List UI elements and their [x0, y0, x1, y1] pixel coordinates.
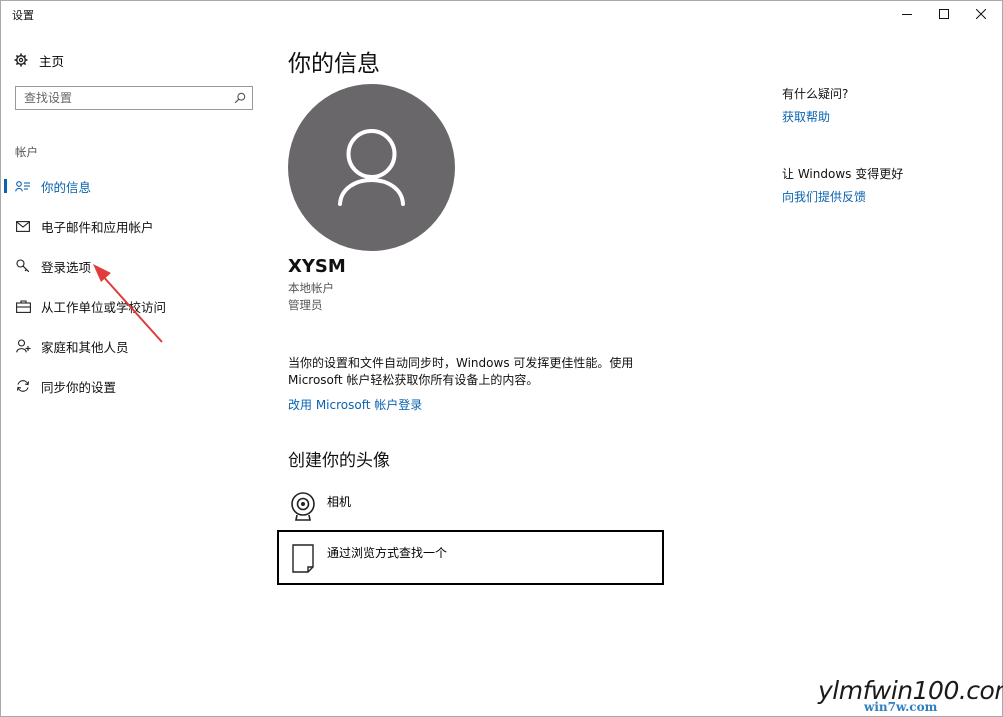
get-help-link[interactable]: 获取帮助: [782, 108, 830, 125]
user-avatar-icon: [338, 129, 405, 206]
file-icon: [292, 544, 314, 577]
browse-label: 通过浏览方式查找一个: [327, 546, 448, 560]
feedback-link[interactable]: 向我们提供反馈: [782, 188, 866, 205]
sidebar-item-sync-settings[interactable]: 同步你的设置: [4, 371, 254, 401]
page-title: 你的信息: [288, 51, 380, 77]
maximize-button[interactable]: [926, 1, 962, 27]
user-name: XYSM: [288, 256, 346, 277]
close-button[interactable]: [963, 1, 999, 27]
sidebar-item-label: 同步你的设置: [41, 379, 117, 395]
account-type: 本地帐户: [288, 281, 334, 295]
camera-option[interactable]: 相机: [288, 490, 648, 526]
help-question: 有什么疑问?: [782, 87, 849, 101]
maximize-icon: [939, 9, 949, 19]
create-avatar-title: 创建你的头像: [288, 451, 390, 471]
webcam-icon: [290, 492, 316, 526]
improve-windows-title: 让 Windows 变得更好: [782, 167, 904, 181]
search-icon[interactable]: [234, 92, 246, 104]
user-role: 管理员: [288, 298, 323, 312]
avatar: [288, 84, 455, 251]
watermark-sub: win7w.com: [864, 700, 938, 714]
minimize-button[interactable]: [889, 1, 925, 27]
browse-option[interactable]: 通过浏览方式查找一个: [277, 530, 664, 585]
camera-label: 相机: [327, 495, 352, 509]
sync-icon: [13, 379, 33, 393]
minimize-icon: [902, 14, 912, 15]
annotation-arrow: [93, 264, 163, 343]
microsoft-account-link[interactable]: 改用 Microsoft 帐户登录: [288, 396, 422, 413]
sync-description: 当你的设置和文件自动同步时，Windows 可发挥更佳性能。使用 Microso…: [288, 356, 634, 387]
close-icon: [976, 9, 986, 19]
